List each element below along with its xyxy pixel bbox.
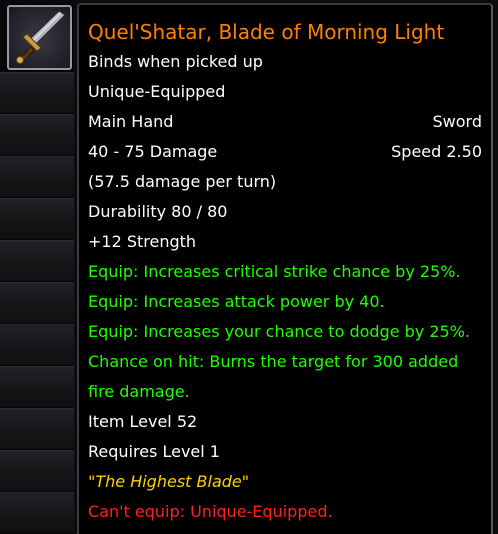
item-name: Quel'Shatar, Blade of Morning Light — [88, 20, 445, 44]
unique-tag: Unique-Equipped — [88, 82, 226, 101]
game-screen: Quel'Shatar, Blade of Morning Light Bind… — [0, 0, 498, 534]
durability: Durability 80 / 80 — [88, 202, 228, 221]
inventory-slot[interactable] — [0, 492, 74, 534]
inventory-slot[interactable] — [0, 156, 74, 198]
inventory-strip — [0, 0, 74, 534]
stat-bonus: +12 Strength — [88, 232, 197, 251]
inventory-slot[interactable] — [0, 114, 74, 156]
inventory-slot[interactable] — [0, 198, 74, 240]
damage-row: 40 - 75 Damage Speed 2.50 — [88, 137, 482, 167]
weapon-damage: 40 - 75 Damage — [88, 142, 218, 161]
item-slot: Main Hand — [88, 112, 174, 131]
inventory-slot[interactable] — [0, 282, 74, 324]
sword-icon — [9, 7, 70, 68]
inventory-slot[interactable] — [0, 408, 74, 450]
weapon-speed: Speed 2.50 — [391, 142, 482, 161]
slot-row: Main Hand Sword — [88, 107, 482, 137]
inventory-slot[interactable] — [0, 324, 74, 366]
on-hit-effect: Chance on hit: Burns the target for 300 … — [88, 352, 459, 371]
on-hit-effect-continued: fire damage. — [88, 382, 190, 401]
equip-effect: Equip: Increases critical strike chance … — [88, 262, 461, 281]
inventory-slot[interactable] — [0, 450, 74, 492]
inventory-slot[interactable] — [0, 366, 74, 408]
equip-effect: Equip: Increases attack power by 40. — [88, 292, 385, 311]
flavor-text: "The Highest Blade" — [88, 472, 250, 491]
equip-error: Can't equip: Unique-Equipped. — [88, 502, 333, 521]
item-icon-slot[interactable] — [7, 5, 72, 70]
inventory-slot[interactable] — [0, 240, 74, 282]
damage-per-turn: (57.5 damage per turn) — [88, 172, 277, 191]
weapon-type: Sword — [432, 112, 482, 131]
bind-type: Binds when picked up — [88, 52, 263, 71]
item-level: Item Level 52 — [88, 412, 198, 431]
item-tooltip: Quel'Shatar, Blade of Morning Light Bind… — [77, 3, 493, 534]
required-level: Requires Level 1 — [88, 442, 220, 461]
equip-effect: Equip: Increases your chance to dodge by… — [88, 322, 470, 341]
inventory-slot[interactable] — [0, 72, 74, 114]
